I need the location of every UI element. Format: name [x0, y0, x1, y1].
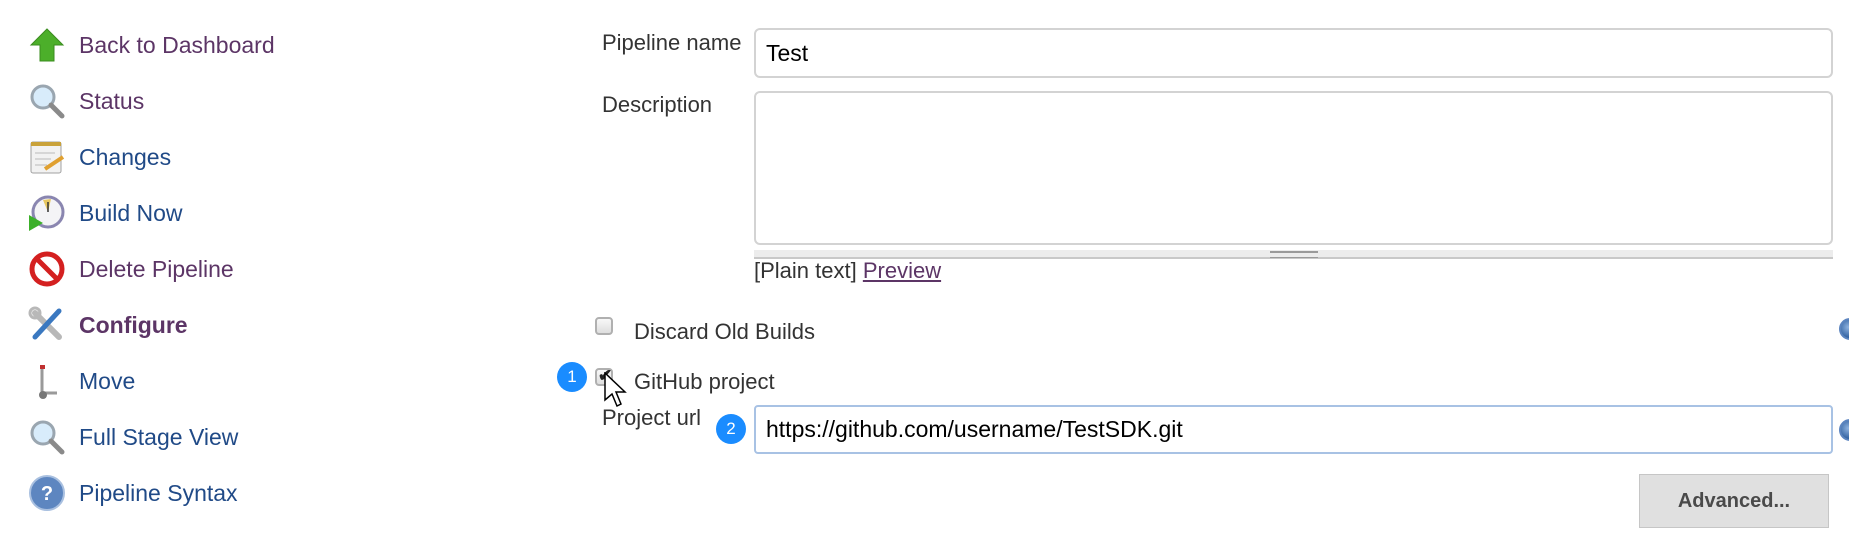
pipeline-name-value: Test	[766, 39, 809, 66]
sidebar-item-label: Move	[79, 367, 136, 394]
sidebar-item-label: Changes	[79, 143, 172, 170]
help-icon[interactable]	[1839, 318, 1849, 340]
sidebar-item-back-to-dashboard[interactable]: Back to Dashboard	[26, 23, 275, 67]
svg-text:?: ?	[41, 483, 53, 505]
pipeline-name-label: Pipeline name	[602, 30, 742, 55]
hand-truck-icon	[26, 360, 68, 402]
advanced-button[interactable]: Advanced...	[1639, 474, 1829, 528]
sidebar-item-changes[interactable]: Changes	[26, 135, 171, 179]
description-format: [Plain text] Preview	[754, 258, 941, 284]
github-project-label: GitHub project	[634, 369, 775, 394]
annotation-badge-2: 2	[716, 414, 746, 444]
sidebar-item-label: Back to Dashboard	[79, 31, 275, 58]
discard-old-builds-label: Discard Old Builds	[634, 319, 815, 344]
sidebar-item-label: Full Stage View	[79, 423, 239, 450]
plain-text-label: [Plain text]	[754, 258, 857, 283]
discard-old-builds-checkbox[interactable]	[595, 317, 613, 335]
sidebar-item-delete-pipeline[interactable]: Delete Pipeline	[26, 247, 234, 291]
sidebar-item-configure[interactable]: Configure	[26, 303, 188, 347]
magnifier-icon	[26, 416, 68, 458]
clock-play-icon	[26, 192, 68, 234]
resize-grip-icon	[1270, 251, 1318, 258]
no-entry-icon	[26, 248, 68, 290]
wrench-screwdriver-icon	[26, 304, 68, 346]
sidebar-item-pipeline-syntax[interactable]: ? Pipeline Syntax	[26, 471, 238, 515]
up-arrow-icon	[26, 24, 68, 66]
project-url-value: https://github.com/username/TestSDK.git	[766, 416, 1183, 442]
sidebar-item-label: Configure	[79, 311, 188, 338]
description-textarea[interactable]	[754, 91, 1833, 245]
notepad-icon	[26, 136, 68, 178]
help-icon[interactable]	[1839, 419, 1849, 441]
sidebar-item-label: Pipeline Syntax	[79, 479, 238, 506]
sidebar-item-status[interactable]: Status	[26, 79, 144, 123]
project-url-input[interactable]: https://github.com/username/TestSDK.git	[754, 405, 1833, 454]
annotation-badge-1: 1	[557, 362, 587, 392]
sidebar-item-build-now[interactable]: Build Now	[26, 191, 183, 235]
preview-link[interactable]: Preview	[863, 258, 941, 283]
sidebar-item-label: Build Now	[79, 199, 183, 226]
mouse-pointer-icon	[604, 371, 628, 413]
pipeline-name-input[interactable]: Test	[754, 28, 1833, 78]
magnifier-icon	[26, 80, 68, 122]
sidebar-item-full-stage-view[interactable]: Full Stage View	[26, 415, 238, 459]
sidebar-item-label: Delete Pipeline	[79, 255, 234, 282]
description-label: Description	[602, 92, 713, 117]
help-icon: ?	[26, 472, 68, 514]
sidebar-item-move[interactable]: Move	[26, 359, 135, 403]
sidebar-item-label: Status	[79, 87, 145, 114]
